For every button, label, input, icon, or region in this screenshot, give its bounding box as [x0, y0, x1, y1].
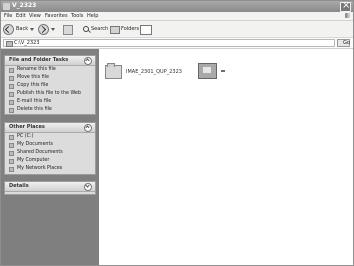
- file-item-selected[interactable]: [198, 63, 225, 79]
- task-item-label: Publish this file to the Web: [17, 91, 81, 96]
- windows-logo-icon: [345, 13, 350, 18]
- task-item-label: Copy this file: [17, 83, 49, 88]
- task-panel-header[interactable]: Other Places: [5, 123, 95, 133]
- task-item-move[interactable]: Move this file: [9, 75, 95, 82]
- place-item-label: My Computer: [17, 158, 50, 163]
- task-panel-header[interactable]: Details: [5, 182, 95, 192]
- address-bar: C:\V_2323 Go: [1, 38, 353, 49]
- explorer-window: V_2323 File Edit View Favorites Tools He…: [0, 0, 354, 266]
- file-list-pane[interactable]: IMAE_2301_QUP_2323: [99, 49, 353, 265]
- task-item-email[interactable]: E-mail this file: [9, 99, 95, 106]
- task-item-label: Move this file: [17, 75, 49, 80]
- left-task-pane: File and Folder Tasks Rename this file M…: [1, 49, 99, 265]
- task-item-label: Rename this file: [17, 67, 56, 72]
- rename-icon: [9, 68, 14, 73]
- address-text: C:\V_2323: [14, 40, 40, 46]
- task-panel-title: Other Places: [9, 124, 45, 130]
- views-icon[interactable]: [140, 25, 152, 35]
- drive-icon: [9, 135, 14, 140]
- folder-icon: [3, 3, 10, 10]
- copy-icon: [9, 84, 14, 89]
- folder-up-icon[interactable]: [63, 25, 73, 35]
- forward-button[interactable]: [38, 23, 55, 35]
- file-item-label: IMAE_2301_QUP_2323: [126, 69, 182, 75]
- place-item-label: My Documents: [17, 142, 53, 147]
- menu-bar: File Edit View Favorites Tools Help: [1, 12, 353, 21]
- folders-label[interactable]: Folders: [121, 26, 139, 32]
- shared-folder-icon: [9, 151, 14, 156]
- task-item-publish[interactable]: Publish this file to the Web: [9, 91, 95, 98]
- task-panel-title: Details: [9, 183, 29, 189]
- back-arrow-icon: [3, 23, 14, 35]
- menu-file[interactable]: File: [4, 13, 12, 19]
- search-icon[interactable]: [83, 26, 89, 32]
- folders-icon[interactable]: [110, 26, 120, 34]
- place-item-label: PC (C:): [17, 134, 34, 139]
- search-label[interactable]: Search: [91, 26, 108, 32]
- task-item-label: E-mail this file: [17, 99, 52, 104]
- file-item-label: [221, 70, 225, 72]
- task-item-label: Delete this file: [17, 107, 52, 112]
- chevron-down-icon: [30, 27, 35, 31]
- task-item-copy[interactable]: Copy this file: [9, 83, 95, 90]
- other-places-panel: Other Places PC (C:) My Documents Shared…: [4, 122, 96, 175]
- task-panel-title: File and Folder Tasks: [9, 57, 69, 63]
- back-button[interactable]: Back: [3, 23, 35, 35]
- details-panel: Details: [4, 181, 96, 195]
- forward-arrow-icon: [38, 23, 49, 35]
- file-folder-tasks-panel: File and Folder Tasks Rename this file M…: [4, 55, 96, 115]
- menu-edit[interactable]: Edit: [16, 13, 26, 19]
- close-button[interactable]: [340, 0, 351, 12]
- collapse-icon[interactable]: [84, 124, 92, 132]
- place-item-label: Shared Documents: [17, 150, 63, 155]
- menu-help[interactable]: Help: [87, 13, 98, 19]
- file-icon: [198, 63, 217, 79]
- folder-icon: [6, 41, 13, 47]
- window-title: V_2323: [12, 2, 37, 9]
- toolbar: Back Search Folders: [1, 21, 353, 38]
- menu-tools[interactable]: Tools: [71, 13, 83, 19]
- move-icon: [9, 76, 14, 81]
- expand-icon[interactable]: [84, 183, 92, 191]
- network-icon: [9, 167, 14, 172]
- place-item-shared-documents[interactable]: Shared Documents: [9, 150, 95, 157]
- address-field[interactable]: C:\V_2323: [3, 39, 335, 47]
- publish-icon: [9, 92, 14, 97]
- task-panel-header[interactable]: File and Folder Tasks: [5, 56, 95, 66]
- place-item-my-documents[interactable]: My Documents: [9, 142, 95, 149]
- computer-icon: [9, 159, 14, 164]
- menu-favorites[interactable]: Favorites: [45, 13, 68, 19]
- email-icon: [9, 100, 14, 105]
- place-item-my-computer[interactable]: My Computer: [9, 158, 95, 165]
- file-item-folder[interactable]: IMAE_2301_QUP_2323: [105, 63, 182, 79]
- place-item-network[interactable]: My Network Places: [9, 166, 95, 173]
- collapse-icon[interactable]: [84, 57, 92, 65]
- place-item-label: My Network Places: [17, 166, 63, 171]
- menu-view[interactable]: View: [29, 13, 41, 19]
- task-item-delete[interactable]: Delete this file: [9, 107, 95, 114]
- folder-icon: [105, 63, 122, 79]
- back-label: Back: [16, 26, 29, 32]
- title-bar: V_2323: [1, 0, 353, 12]
- go-button[interactable]: Go: [337, 39, 350, 47]
- go-label: Go: [343, 40, 350, 46]
- task-item-rename[interactable]: Rename this file: [9, 67, 95, 74]
- delete-icon: [9, 108, 14, 113]
- documents-icon: [9, 143, 14, 148]
- place-item-pc[interactable]: PC (C:): [9, 134, 95, 141]
- chevron-down-icon: [51, 27, 55, 31]
